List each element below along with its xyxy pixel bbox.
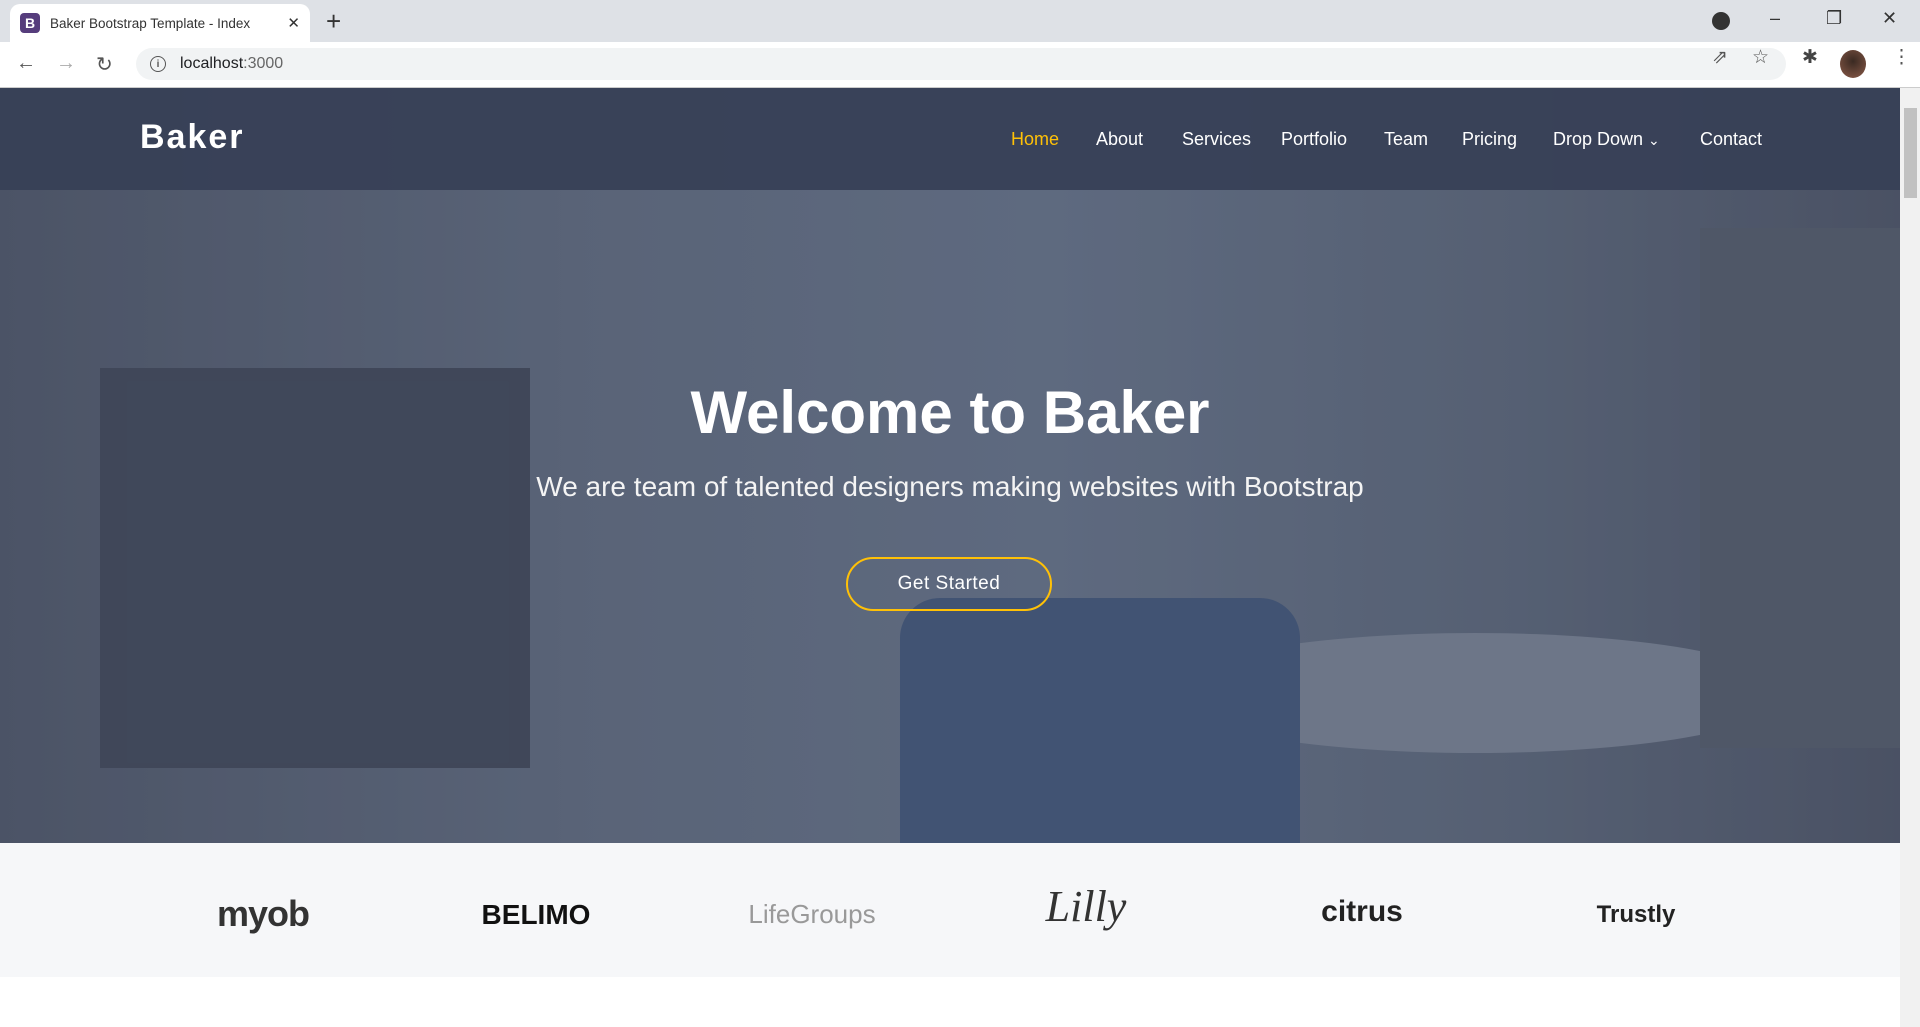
site-info-icon[interactable]: i	[150, 56, 166, 72]
site-header: Baker Home About Services Portfolio Team…	[0, 88, 1900, 190]
profile-avatar[interactable]	[1840, 50, 1866, 78]
close-window-icon[interactable]: ✕	[1882, 8, 1897, 29]
hero-title: Welcome to Baker	[690, 379, 1210, 446]
minimize-icon[interactable]: –	[1770, 8, 1780, 29]
url-bar[interactable]: i localhost:3000	[136, 48, 1786, 80]
scrollbar-thumb[interactable]	[1904, 108, 1917, 198]
client-logo-trustly: Trustly	[1596, 901, 1676, 928]
share-icon[interactable]: ⇗	[1712, 46, 1728, 69]
client-logo-belimo: BELIMO	[481, 899, 591, 930]
page-scrollbar[interactable]	[1900, 88, 1920, 1027]
reload-icon[interactable]: ↻	[96, 52, 113, 77]
hero-subtitle: We are team of talented designers making…	[536, 471, 1364, 502]
address-toolbar: ← → ↻ i localhost:3000 ⇗ ☆ ✱ ⋮	[0, 42, 1920, 88]
new-tab-icon[interactable]: +	[326, 6, 341, 37]
tab-title: Baker Bootstrap Template - Index	[50, 15, 251, 31]
url-port: :3000	[243, 55, 284, 72]
nav-dropdown[interactable]: Drop Down	[1553, 129, 1643, 150]
bookmark-star-icon[interactable]: ☆	[1752, 46, 1769, 69]
web-page: Baker Home About Services Portfolio Team…	[0, 88, 1900, 1027]
browser-tab[interactable]: B Baker Bootstrap Template - Index ✕	[10, 4, 310, 42]
site-logo[interactable]: Baker	[140, 118, 245, 157]
nav-services[interactable]: Services	[1182, 129, 1251, 150]
nav-pricing[interactable]: Pricing	[1462, 129, 1517, 150]
url-host: localhost	[180, 55, 244, 72]
nav-contact[interactable]: Contact	[1700, 129, 1762, 150]
browser-tab-bar: B Baker Bootstrap Template - Index ✕ + –…	[0, 0, 1920, 42]
clients-section: myob BELIMO LifeGroups Lilly citrus Trus…	[0, 843, 1900, 977]
nav-home[interactable]: Home	[1011, 129, 1059, 150]
nav-portfolio[interactable]: Portfolio	[1281, 129, 1347, 150]
bootstrap-favicon-icon: B	[20, 13, 40, 33]
client-logo-myob: myob	[216, 893, 310, 934]
hero-overlay	[0, 88, 1900, 843]
back-icon[interactable]: ←	[16, 52, 36, 75]
get-started-button[interactable]: Get Started	[846, 557, 1052, 611]
forward-icon[interactable]: →	[56, 52, 76, 75]
hero-section	[0, 88, 1900, 843]
chevron-down-icon[interactable]: ⌄	[1648, 132, 1660, 149]
client-logo-citrus: citrus	[1321, 895, 1403, 928]
close-tab-icon[interactable]: ✕	[287, 14, 300, 32]
client-logo-lifegroups: LifeGroups	[748, 899, 876, 929]
restore-icon[interactable]: ❐	[1826, 8, 1842, 29]
nav-about[interactable]: About	[1096, 129, 1143, 150]
menu-kebab-icon[interactable]: ⋮	[1892, 46, 1911, 69]
extensions-puzzle-icon[interactable]: ✱	[1802, 46, 1818, 69]
nav-team[interactable]: Team	[1384, 129, 1428, 150]
tab-search-icon[interactable]	[1712, 12, 1730, 30]
client-logo-lilly: Lilly	[1045, 882, 1127, 931]
